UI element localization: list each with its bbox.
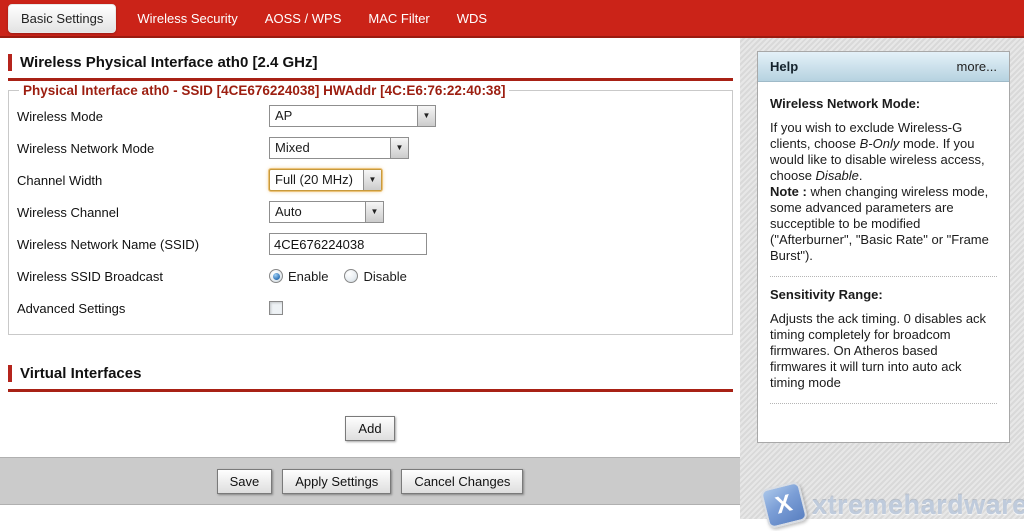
row-wireless-network-mode: Wireless Network Mode Mixed ▼	[17, 132, 724, 164]
wireless-channel-label: Wireless Channel	[17, 205, 269, 220]
physical-interface-fieldset: Physical Interface ath0 - SSID [4CE67622…	[8, 83, 733, 335]
fieldset-legend: Physical Interface ath0 - SSID [4CE67622…	[19, 83, 509, 98]
help-panel: Help more... Wireless Network Mode: If y…	[757, 51, 1010, 443]
help-heading-sensitivity-range: Sensitivity Range:	[770, 287, 997, 303]
watermark-text: xtremehardware.it	[812, 490, 1024, 521]
ssid-label: Wireless Network Name (SSID)	[17, 237, 269, 252]
help-note-label: Note :	[770, 184, 807, 199]
wireless-network-mode-label: Wireless Network Mode	[17, 141, 269, 156]
tab-basic-settings[interactable]: Basic Settings	[8, 4, 116, 33]
page-title: Wireless Physical Interface ath0 [2.4 GH…	[20, 54, 318, 71]
help-heading-wireless-network-mode: Wireless Network Mode:	[770, 96, 997, 112]
tab-wds[interactable]: WDS	[451, 5, 493, 32]
help-panel-body: Wireless Network Mode: If you wish to ex…	[758, 82, 1009, 424]
section-divider	[8, 78, 733, 81]
wireless-network-mode-select[interactable]: Mixed ▼	[269, 137, 409, 159]
tab-wireless-security[interactable]: Wireless Security	[131, 5, 243, 32]
save-button[interactable]: Save	[217, 469, 273, 494]
help-text-sensitivity-range: Adjusts the ack timing. 0 disables ack t…	[770, 311, 997, 391]
help-more-link[interactable]: more...	[957, 59, 997, 74]
ssid-broadcast-disable-radio[interactable]	[344, 269, 358, 283]
ssid-broadcast-enable-label: Enable	[288, 269, 328, 284]
section-header-physical-interface: Wireless Physical Interface ath0 [2.4 GH…	[8, 54, 740, 71]
section-header-virtual-interfaces: Virtual Interfaces	[8, 365, 740, 382]
row-wireless-mode: Wireless Mode AP ▼	[17, 100, 724, 132]
action-button-bar: Save Apply Settings Cancel Changes	[0, 457, 740, 505]
watermark: X xtremehardware.it	[764, 485, 1024, 525]
wireless-network-mode-value: Mixed	[270, 138, 390, 158]
wireless-channel-value: Auto	[270, 202, 365, 222]
chevron-down-icon[interactable]: ▼	[363, 170, 381, 190]
advanced-settings-label: Advanced Settings	[17, 301, 269, 316]
help-panel-header: Help more...	[758, 52, 1009, 82]
tab-aoss-wps[interactable]: AOSS / WPS	[259, 5, 348, 32]
section-divider	[8, 389, 733, 392]
channel-width-select[interactable]: Full (20 MHz) ▼	[269, 169, 382, 191]
wireless-mode-label: Wireless Mode	[17, 109, 269, 124]
wireless-subnav: Basic Settings Wireless Security AOSS / …	[0, 0, 1024, 38]
help-text-wireless-network-mode: If you wish to exclude Wireless-G client…	[770, 120, 997, 264]
add-virtual-interface-button[interactable]: Add	[345, 416, 394, 441]
row-advanced-settings: Advanced Settings	[17, 292, 724, 324]
help-title: Help	[770, 59, 798, 74]
chevron-down-icon[interactable]: ▼	[365, 202, 383, 222]
section-accent-bar	[8, 365, 12, 382]
row-ssid-broadcast: Wireless SSID Broadcast Enable Disable	[17, 260, 724, 292]
cancel-changes-button[interactable]: Cancel Changes	[401, 469, 523, 494]
tab-mac-filter[interactable]: MAC Filter	[362, 5, 435, 32]
row-channel-width: Channel Width Full (20 MHz) ▼	[17, 164, 724, 196]
ssid-broadcast-label: Wireless SSID Broadcast	[17, 269, 269, 284]
help-divider	[770, 403, 997, 404]
channel-width-value: Full (20 MHz)	[270, 170, 363, 190]
ssid-input[interactable]	[269, 233, 427, 255]
help-divider	[770, 276, 997, 277]
row-ssid: Wireless Network Name (SSID)	[17, 228, 724, 260]
advanced-settings-checkbox[interactable]	[269, 301, 283, 315]
wireless-channel-select[interactable]: Auto ▼	[269, 201, 384, 223]
ssid-broadcast-disable-label: Disable	[363, 269, 406, 284]
chevron-down-icon[interactable]: ▼	[417, 106, 435, 126]
virtual-interfaces-title: Virtual Interfaces	[20, 365, 141, 382]
apply-settings-button[interactable]: Apply Settings	[282, 469, 391, 494]
row-wireless-channel: Wireless Channel Auto ▼	[17, 196, 724, 228]
section-accent-bar	[8, 54, 12, 71]
radio-selected-dot	[273, 273, 280, 280]
chevron-down-icon[interactable]: ▼	[390, 138, 408, 158]
channel-width-label: Channel Width	[17, 173, 269, 188]
ssid-broadcast-enable-radio[interactable]	[269, 269, 283, 283]
xtremehardware-logo-icon: X	[760, 481, 808, 529]
help-sidebar: Help more... Wireless Network Mode: If y…	[740, 38, 1024, 519]
wireless-mode-select[interactable]: AP ▼	[269, 105, 436, 127]
main-content: Wireless Physical Interface ath0 [2.4 GH…	[0, 38, 740, 531]
wireless-mode-value: AP	[270, 106, 417, 126]
